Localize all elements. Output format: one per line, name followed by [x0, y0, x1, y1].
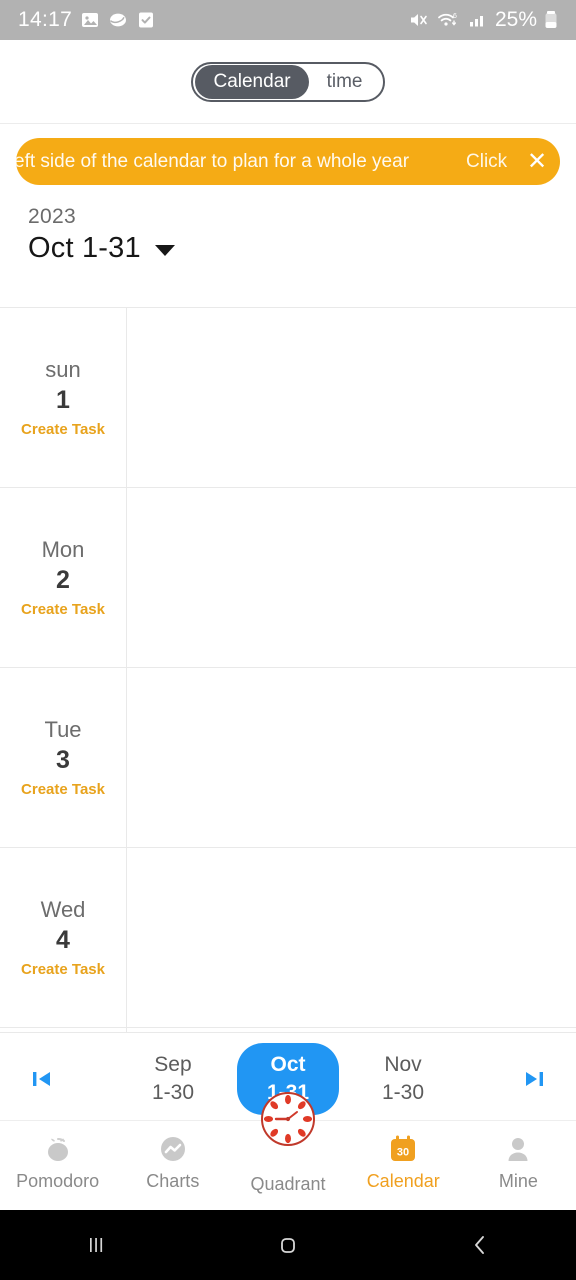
- tomato-icon: [42, 1132, 74, 1166]
- chevron-down-icon[interactable]: [154, 245, 175, 256]
- tab-label: Quadrant: [250, 1174, 326, 1194]
- promo-banner[interactable]: eft side of the calendar to plan for a w…: [16, 138, 560, 185]
- status-time: 14:17: [18, 8, 73, 31]
- tab-mine[interactable]: Mine: [461, 1121, 576, 1211]
- day-cell[interactable]: Wed 4 Create Task: [0, 848, 126, 1027]
- month-range-selector[interactable]: Oct 1-31: [28, 232, 175, 265]
- chart-wave-icon: [157, 1132, 189, 1166]
- tab-label: Charts: [146, 1171, 200, 1191]
- month-pager-sep[interactable]: Sep 1-30: [135, 1051, 211, 1108]
- tab-quadrant[interactable]: Quadrant: [230, 1092, 345, 1211]
- svg-text:6: 6: [453, 13, 457, 20]
- table-row[interactable]: Mon 2 Create Task: [0, 488, 576, 668]
- segment-time[interactable]: time: [309, 65, 381, 99]
- day-cell[interactable]: Mon 2 Create Task: [0, 488, 126, 667]
- promo-banner-cta[interactable]: Click: [466, 151, 510, 173]
- month-pager-range: 1-30: [382, 1081, 425, 1104]
- task-check-icon: [136, 10, 156, 30]
- tab-label: Pomodoro: [16, 1171, 100, 1191]
- calendar-grid: sun 1 Create Task Mon 2 Create Task Tue …: [0, 307, 576, 1033]
- table-row[interactable]: Wed 4 Create Task: [0, 848, 576, 1028]
- day-weekday: Mon: [41, 537, 85, 563]
- day-events-area[interactable]: [126, 308, 576, 487]
- create-task-link[interactable]: Create Task: [21, 961, 105, 978]
- month-pager-name: Oct: [270, 1052, 306, 1076]
- status-bar-right: 6 25%: [408, 8, 558, 32]
- promo-banner-message: eft side of the calendar to plan for a w…: [16, 150, 410, 172]
- create-task-link[interactable]: Create Task: [21, 781, 105, 798]
- status-bar: 14:17 6 25%: [0, 0, 576, 40]
- view-mode-segmented-control[interactable]: Calendar time: [191, 61, 385, 102]
- day-number: 2: [56, 566, 70, 595]
- month-range-label: Oct 1-31: [28, 232, 141, 264]
- tomato-clock-icon: [259, 1092, 317, 1146]
- skip-previous-icon[interactable]: [0, 1064, 84, 1094]
- person-icon: [502, 1132, 534, 1166]
- back-icon[interactable]: [384, 1230, 576, 1260]
- month-header: 2023 Oct 1-31: [28, 205, 175, 265]
- tab-label: Mine: [498, 1171, 538, 1191]
- year-label: 2023: [28, 205, 76, 228]
- month-pager-nov[interactable]: Nov 1-30: [365, 1051, 441, 1108]
- month-pager-name: Nov: [384, 1052, 422, 1076]
- create-task-link[interactable]: Create Task: [21, 421, 105, 438]
- recents-icon[interactable]: [0, 1230, 192, 1260]
- tab-charts[interactable]: Charts: [115, 1121, 230, 1211]
- home-icon[interactable]: [192, 1230, 384, 1260]
- tab-label: Calendar: [366, 1171, 440, 1191]
- skip-next-icon[interactable]: [492, 1064, 576, 1094]
- month-pager-range: 1-30: [151, 1081, 194, 1104]
- segment-calendar[interactable]: Calendar: [195, 64, 309, 99]
- day-weekday: Tue: [44, 717, 82, 743]
- mute-icon: [408, 10, 430, 30]
- wifi-6-icon: 6: [437, 10, 461, 30]
- day-events-area[interactable]: [126, 668, 576, 847]
- signal-bars-icon: [468, 10, 488, 30]
- bottom-tab-bar: Pomodoro Charts Quadrant 30 Calendar Min…: [0, 1092, 576, 1211]
- day-weekday: sun: [45, 357, 81, 383]
- status-bar-left: 14:17: [18, 8, 156, 32]
- svg-text:30: 30: [397, 1147, 409, 1159]
- day-number: 4: [56, 926, 70, 955]
- android-nav-bar: [0, 1210, 576, 1280]
- battery-percent: 25%: [494, 8, 537, 31]
- day-number: 3: [56, 746, 70, 775]
- tab-pomodoro[interactable]: Pomodoro: [0, 1121, 115, 1211]
- top-bar: Calendar time: [0, 40, 576, 124]
- create-task-link[interactable]: Create Task: [21, 601, 105, 618]
- day-cell[interactable]: sun 1 Create Task: [0, 308, 126, 487]
- day-number: 1: [56, 386, 70, 415]
- day-weekday: Wed: [40, 897, 86, 923]
- calendar-30-icon: 30: [387, 1132, 419, 1166]
- cloud-icon: [108, 10, 128, 30]
- close-icon[interactable]: ✕: [514, 138, 560, 185]
- battery-icon: [544, 9, 558, 31]
- day-events-area[interactable]: [126, 848, 576, 1027]
- table-row[interactable]: Tue 3 Create Task: [0, 668, 576, 848]
- tab-calendar[interactable]: 30 Calendar: [346, 1121, 461, 1211]
- app-root: 14:17 6 25% Calendar time eft side of th…: [0, 0, 576, 1280]
- gallery-icon: [80, 10, 100, 30]
- day-cell[interactable]: Tue 3 Create Task: [0, 668, 126, 847]
- month-pager-name: Sep: [154, 1052, 192, 1076]
- table-row[interactable]: sun 1 Create Task: [0, 308, 576, 488]
- day-events-area[interactable]: [126, 488, 576, 667]
